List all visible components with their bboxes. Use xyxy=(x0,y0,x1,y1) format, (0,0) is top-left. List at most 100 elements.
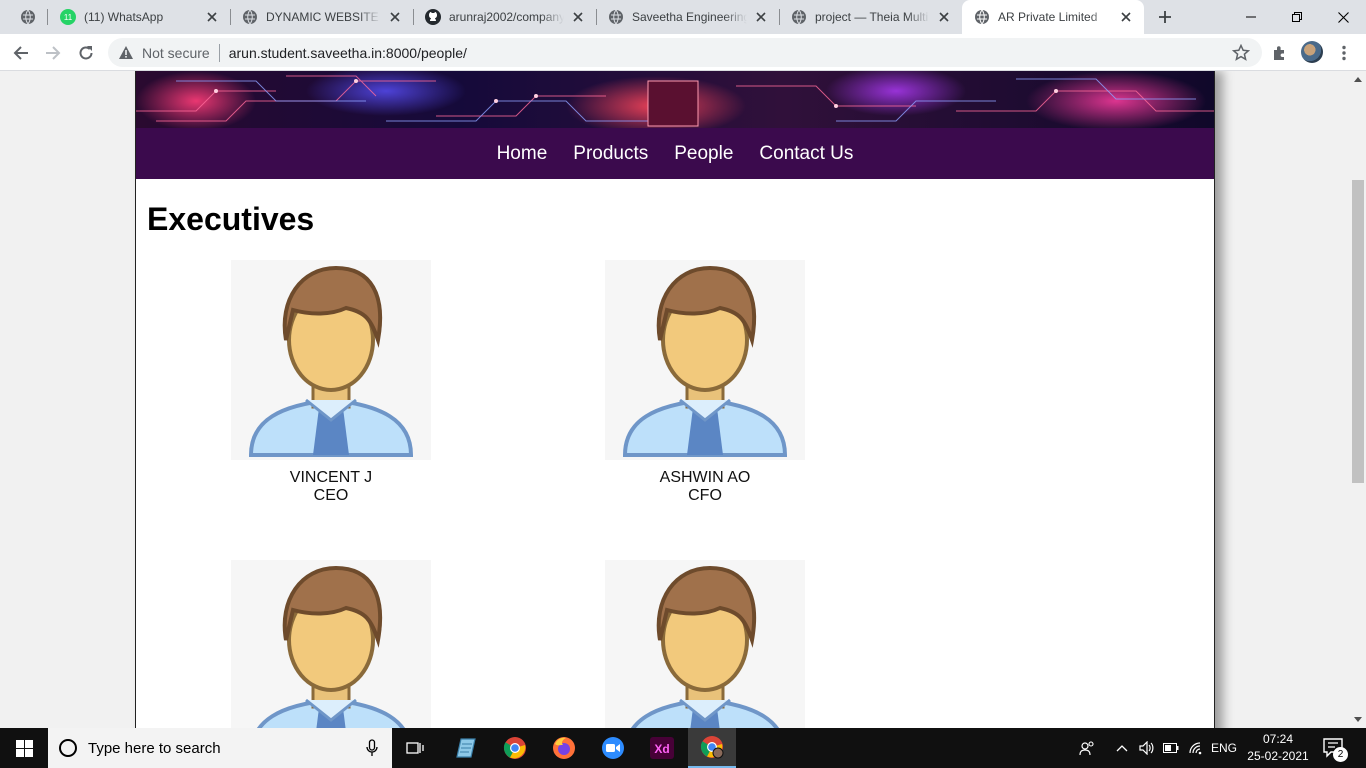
tab-title: AR Private Limited xyxy=(998,10,1098,24)
person-name: VINCENT J xyxy=(289,469,373,486)
extensions-button[interactable] xyxy=(1266,39,1294,67)
clock-date: 25-02-2021 xyxy=(1247,749,1309,763)
close-icon[interactable] xyxy=(936,9,952,25)
person-role: CFO xyxy=(688,487,722,504)
menu-button[interactable] xyxy=(1330,39,1358,67)
taskbar-app-files[interactable] xyxy=(441,728,489,768)
search-placeholder: Type here to search xyxy=(88,739,221,757)
person-avatar-image xyxy=(231,560,431,728)
whatsapp-icon: 11 xyxy=(60,9,76,25)
network-button[interactable] xyxy=(1185,728,1207,768)
new-tab-button[interactable] xyxy=(1153,5,1177,29)
show-hidden-icons-button[interactable] xyxy=(1112,728,1132,768)
taskbar-app-firefox[interactable] xyxy=(540,728,588,768)
tab-dynamic-website[interactable]: DYNAMIC WEBSITE AR xyxy=(230,0,413,34)
tab-pinned[interactable] xyxy=(8,0,46,34)
reload-icon xyxy=(79,46,93,60)
person-avatar-image xyxy=(231,260,431,460)
tab-strip: 11 (11) WhatsApp DYNAMIC WEBSITE AR arun… xyxy=(0,0,1366,34)
back-button[interactable] xyxy=(7,39,35,67)
notification-count-badge: 2 xyxy=(1333,747,1348,762)
site-nav: Home Products People Contact Us xyxy=(136,128,1214,179)
people-icon xyxy=(1079,741,1094,756)
close-window-button[interactable] xyxy=(1320,0,1366,34)
taskbar-app-chrome-active[interactable] xyxy=(688,728,736,768)
close-icon xyxy=(1337,11,1349,23)
tab-title: project — Theia Multi xyxy=(815,10,929,24)
close-icon[interactable] xyxy=(387,9,403,25)
person-role: CEO xyxy=(313,487,349,504)
nav-link-products[interactable]: Products xyxy=(573,143,648,165)
arrow-left-icon xyxy=(13,46,28,60)
tab-github[interactable]: arunraj2002/company xyxy=(413,0,596,34)
taskbar-search-input[interactable]: Type here to search xyxy=(48,728,392,768)
chrome-profile-icon xyxy=(700,736,724,759)
close-icon[interactable] xyxy=(204,9,220,25)
tab-title: arunraj2002/company xyxy=(449,10,564,24)
divider xyxy=(218,43,220,62)
cortana-icon xyxy=(59,739,77,757)
page-scrollbar[interactable] xyxy=(1350,71,1366,728)
kebab-menu-icon xyxy=(1342,45,1346,61)
tab-saveetha[interactable]: Saveetha Engineering xyxy=(596,0,779,34)
close-icon[interactable] xyxy=(570,9,586,25)
security-label[interactable]: Not secure xyxy=(142,45,210,61)
taskbar-app-zoom[interactable] xyxy=(589,728,637,768)
globe-icon xyxy=(792,9,806,25)
speaker-icon xyxy=(1139,741,1154,755)
volume-button[interactable] xyxy=(1136,728,1158,768)
tab-title: DYNAMIC WEBSITE AR xyxy=(266,10,381,24)
close-icon[interactable] xyxy=(1118,9,1134,25)
bookmark-star-icon[interactable] xyxy=(1232,44,1250,62)
task-view-button[interactable] xyxy=(392,728,440,768)
people-tray-button[interactable] xyxy=(1074,728,1100,768)
forward-button[interactable] xyxy=(39,39,67,67)
taskbar-app-adobe-xd[interactable]: Xd xyxy=(638,728,686,768)
tab-theia[interactable]: project — Theia Multi xyxy=(779,0,962,34)
wifi-icon xyxy=(1189,742,1202,755)
taskbar-app-chrome[interactable] xyxy=(491,728,539,768)
svg-text:Xd: Xd xyxy=(654,742,669,756)
nav-link-home[interactable]: Home xyxy=(497,143,548,165)
minimize-icon xyxy=(1246,16,1256,18)
tab-ar-private-limited[interactable]: AR Private Limited xyxy=(962,0,1144,34)
minimize-button[interactable] xyxy=(1228,0,1274,34)
reload-button[interactable] xyxy=(72,39,100,67)
chrome-icon xyxy=(503,737,526,759)
page-viewport: Home Products People Contact Us Executiv… xyxy=(0,71,1350,728)
person-card xyxy=(605,560,805,728)
restore-icon xyxy=(1292,12,1302,22)
scroll-up-arrow-icon[interactable] xyxy=(1350,71,1366,88)
task-view-icon xyxy=(406,742,424,754)
plus-icon xyxy=(1159,11,1171,23)
start-button[interactable] xyxy=(0,728,48,768)
url-text[interactable]: arun.student.saveetha.in:8000/people/ xyxy=(229,45,467,61)
person-card: VINCENT J CEO xyxy=(231,260,431,505)
nav-link-people[interactable]: People xyxy=(674,143,733,165)
address-bar[interactable]: Not secure arun.student.saveetha.in:8000… xyxy=(108,38,1262,67)
warning-icon[interactable] xyxy=(118,45,134,61)
system-clock[interactable]: 07:24 25-02-2021 xyxy=(1244,731,1312,765)
tab-whatsapp[interactable]: 11 (11) WhatsApp xyxy=(48,0,230,34)
microphone-icon[interactable] xyxy=(366,739,378,757)
zoom-icon xyxy=(602,737,624,759)
globe-icon xyxy=(975,9,989,25)
globe-icon xyxy=(21,9,35,25)
restore-button[interactable] xyxy=(1274,0,1320,34)
puzzle-icon xyxy=(1274,46,1284,60)
person-avatar-image xyxy=(605,260,805,460)
windows-taskbar: Type here to search Xd ENG 07:24 25-02-2… xyxy=(0,728,1366,768)
scroll-down-arrow-icon[interactable] xyxy=(1350,711,1366,728)
nav-link-contact-us[interactable]: Contact Us xyxy=(759,143,853,165)
browser-toolbar: Not secure arun.student.saveetha.in:8000… xyxy=(0,34,1366,71)
page-title: Executives xyxy=(147,201,315,237)
scrollbar-thumb[interactable] xyxy=(1352,180,1364,483)
site-container: Home Products People Contact Us Executiv… xyxy=(135,71,1215,728)
input-language[interactable]: ENG xyxy=(1210,728,1238,768)
github-icon xyxy=(425,9,441,25)
firefox-icon xyxy=(553,737,575,759)
profile-avatar[interactable] xyxy=(1301,41,1323,63)
clock-time: 07:24 xyxy=(1262,732,1294,746)
close-icon[interactable] xyxy=(753,9,769,25)
battery-button[interactable] xyxy=(1160,728,1182,768)
